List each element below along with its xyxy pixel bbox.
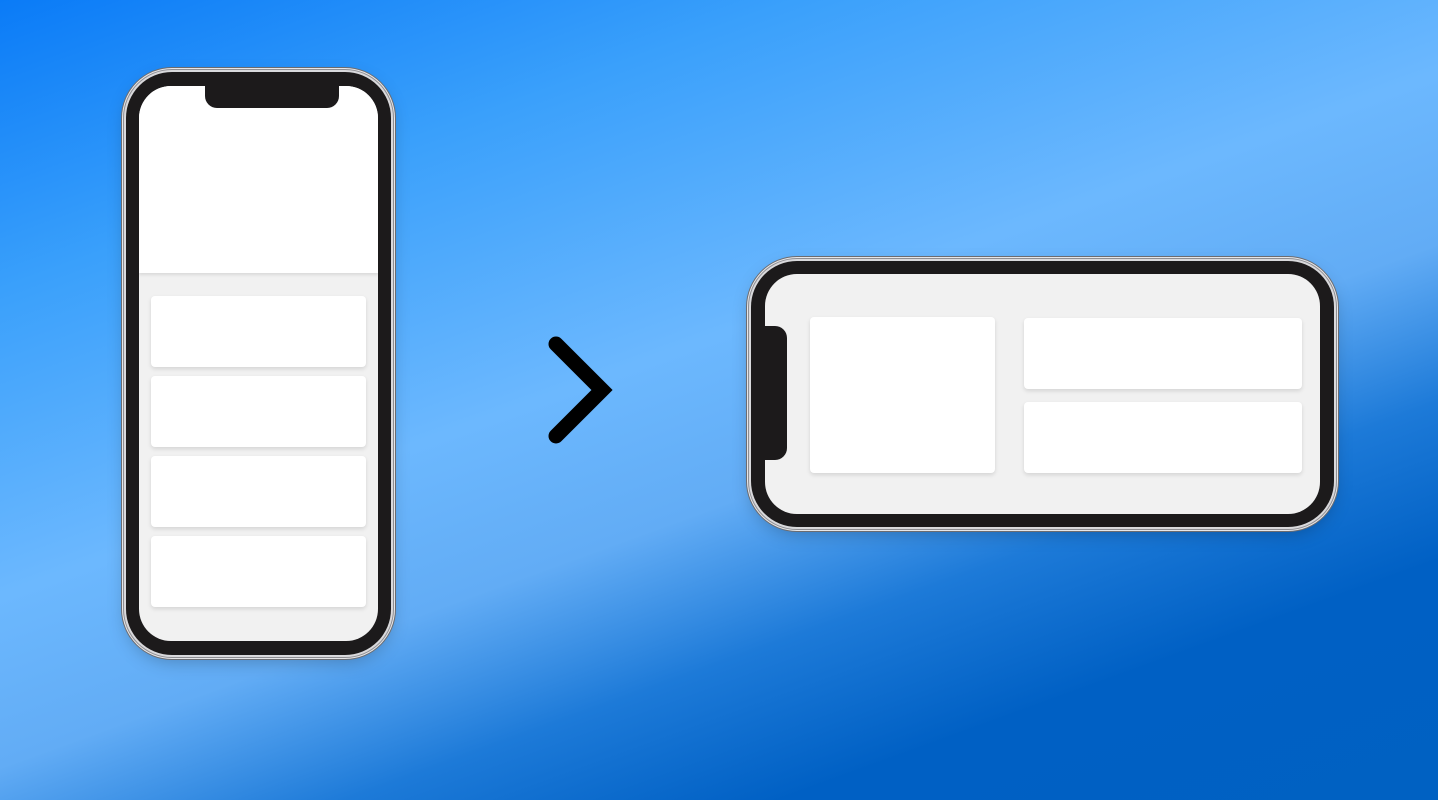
portrait-header-panel xyxy=(139,86,378,273)
portrait-card-3 xyxy=(151,456,366,527)
landscape-phone xyxy=(751,261,1334,527)
portrait-phone xyxy=(126,72,391,655)
portrait-notch xyxy=(205,86,339,108)
portrait-card-4 xyxy=(151,536,366,607)
landscape-screen xyxy=(765,274,1320,514)
chevron-right-icon xyxy=(548,336,613,444)
landscape-card-right-1 xyxy=(1024,318,1302,389)
portrait-card-2 xyxy=(151,376,366,447)
landscape-card-right-2 xyxy=(1024,402,1302,473)
portrait-screen xyxy=(139,86,378,641)
portrait-card-1 xyxy=(151,296,366,367)
landscape-notch xyxy=(765,326,787,460)
landscape-card-left xyxy=(810,317,995,473)
